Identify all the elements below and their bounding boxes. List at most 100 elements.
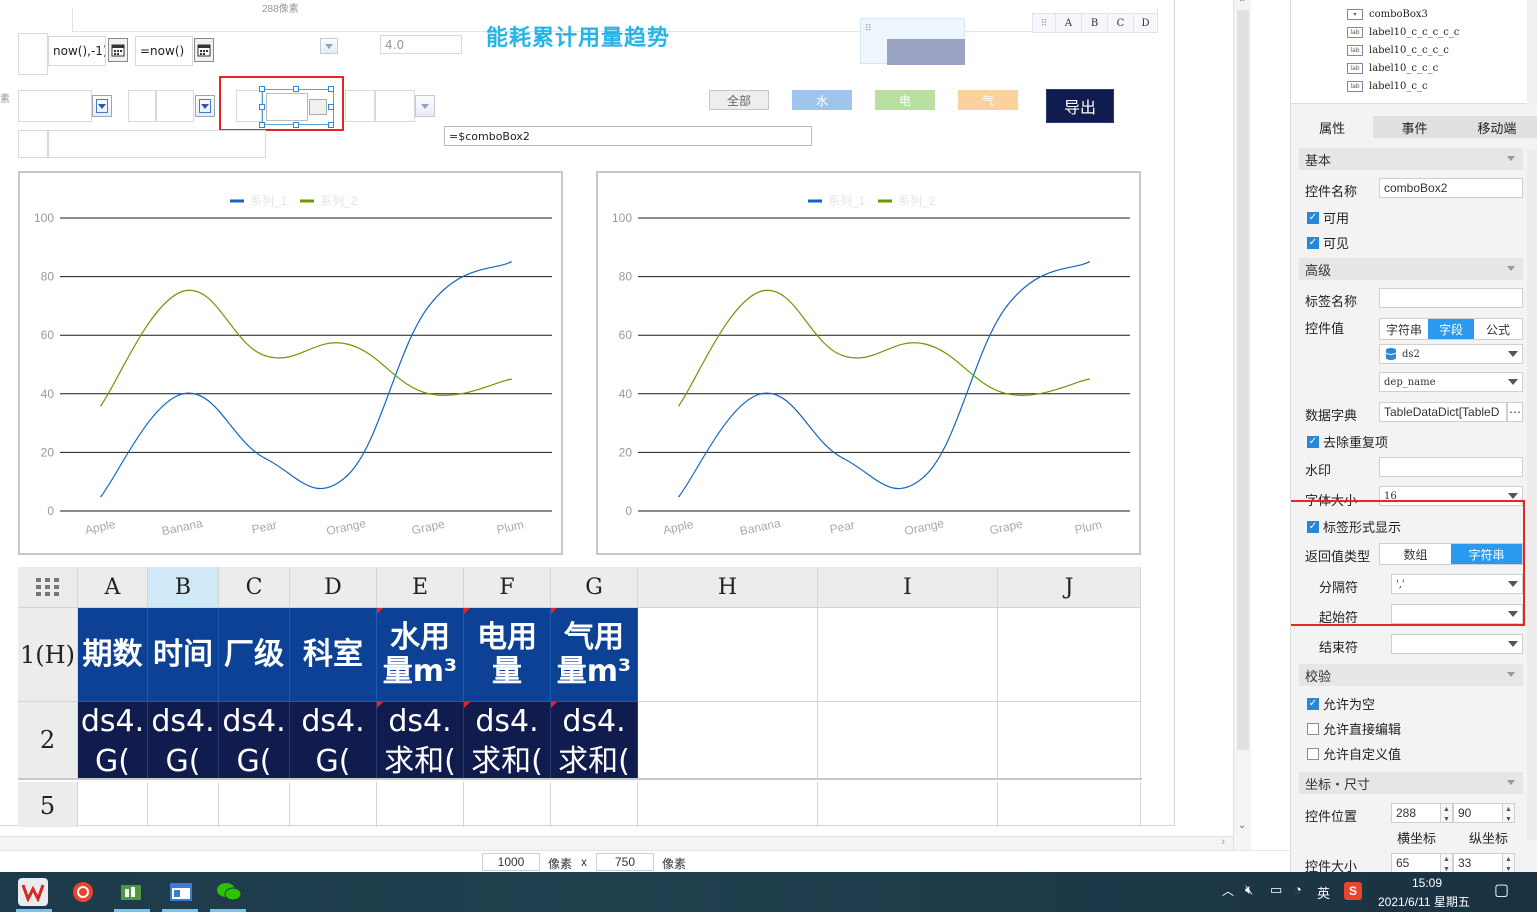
return-string[interactable]: 字符串 [1451, 544, 1522, 564]
clock-date[interactable]: 2021/6/11 星期五 [1378, 893, 1470, 910]
combo-box-2a[interactable] [128, 90, 156, 122]
section-advanced[interactable]: 高级 [1299, 258, 1523, 280]
window-app-icon[interactable] [166, 878, 196, 906]
empty-widget[interactable] [18, 33, 48, 75]
watermark-input[interactable] [1379, 457, 1523, 477]
combo-formula-field[interactable]: =$comboBox2 [444, 126, 812, 146]
export-button[interactable]: 导出 [1046, 89, 1114, 123]
dataset-select[interactable]: ds2 [1379, 344, 1523, 364]
mode-string[interactable]: 字符串 [1380, 319, 1428, 339]
table-cell[interactable] [998, 782, 1141, 827]
selected-combobox-input[interactable] [266, 93, 308, 121]
combo-box-4a[interactable] [345, 90, 375, 122]
clock-time[interactable]: 15:09 [1412, 876, 1442, 890]
resize-handle[interactable] [328, 104, 334, 110]
text-widget[interactable] [48, 130, 266, 158]
resize-handle[interactable] [328, 122, 334, 128]
section-validate[interactable]: 校验 [1299, 664, 1523, 686]
filter-gas-button[interactable]: 气 [958, 90, 1018, 110]
data-cell[interactable]: ds4.求和( [377, 702, 464, 779]
report-grid[interactable]: ABCDEFGHIJ1(H)25期数时间厂级科室水用量m³电用量气用量m³ds4… [18, 567, 1142, 827]
sogou-icon[interactable]: S [1344, 882, 1362, 900]
mini-report-widget[interactable]: ⠿ [860, 18, 965, 64]
column-header[interactable]: E [377, 567, 464, 608]
field-select[interactable]: dep_name [1379, 372, 1523, 392]
browser-icon[interactable] [68, 878, 98, 906]
value-mode-toggle[interactable]: 字符串 字段 公式 [1379, 318, 1523, 340]
filter-all-button[interactable]: 全部 [709, 90, 769, 110]
selected-combobox[interactable] [262, 89, 334, 125]
empty-widget[interactable] [18, 130, 48, 158]
table-cell[interactable] [998, 608, 1141, 702]
tray-chevron-icon[interactable]: ︿ [1222, 882, 1234, 899]
scroll-thumb[interactable] [1237, 10, 1249, 750]
dropdown-icon[interactable] [309, 99, 327, 115]
horizontal-scrollbar[interactable]: › [0, 836, 1233, 850]
ime-indicator[interactable]: 英 [1317, 883, 1330, 902]
table-cell[interactable] [219, 782, 290, 827]
control-name-input[interactable]: comboBox2 [1379, 178, 1523, 198]
data-cell[interactable]: ds4.G( [148, 702, 219, 779]
spinner-icon[interactable]: ▲▼ [1502, 854, 1514, 872]
start-date-field[interactable]: now(),-1) [48, 36, 106, 66]
mode-formula[interactable]: 公式 [1474, 319, 1522, 339]
column-header[interactable]: D [290, 567, 377, 608]
allow-custom-checkbox[interactable]: 允许自定义值 [1307, 744, 1401, 763]
end-date-field[interactable]: =now() [135, 36, 193, 66]
separator-select[interactable]: ',' [1391, 574, 1523, 594]
column-header[interactable]: G [551, 567, 638, 608]
tree-item[interactable]: lablabel10_c_c_c [1347, 63, 1438, 74]
resize-handle[interactable] [259, 104, 265, 110]
canvas-width-input[interactable]: 1000 [482, 853, 540, 871]
data-cell[interactable]: ds4.求和( [551, 702, 638, 779]
wechat-icon[interactable] [214, 878, 244, 906]
scroll-up-icon[interactable]: ⌃ [1238, 0, 1246, 9]
design-canvas[interactable]: 288像素 素 now(),-1) =now() 4.0 能耗累计用量趋势 ⠿ … [0, 0, 1237, 852]
table-cell[interactable] [998, 702, 1141, 779]
tree-item[interactable]: ▾comboBox3 [1347, 9, 1428, 20]
table-cell[interactable] [377, 782, 464, 827]
section-coords[interactable]: 坐标・尺寸 [1299, 772, 1523, 794]
size-w-input[interactable]: 65▲▼ [1391, 853, 1453, 872]
header-cell[interactable]: 厂级 [219, 608, 290, 702]
wps-icon[interactable] [18, 878, 48, 906]
line-chart-right[interactable]: 020406080100AppleBananaPearOrangeGrapePl… [596, 171, 1141, 555]
spinner-icon[interactable]: ▲▼ [1502, 804, 1514, 823]
wifi-icon[interactable]: ◔ [1294, 882, 1302, 897]
scroll-right-icon[interactable]: › [1221, 836, 1225, 848]
tag-display-checkbox[interactable]: ✓标签形式显示 [1307, 517, 1401, 536]
column-header[interactable]: F [464, 567, 551, 608]
calendar-icon[interactable] [194, 38, 214, 62]
header-cell[interactable]: 科室 [290, 608, 377, 702]
spinner-icon[interactable]: ▲▼ [1440, 854, 1452, 872]
column-header[interactable]: C [219, 567, 290, 608]
dropdown-icon[interactable] [92, 95, 112, 117]
row-header[interactable]: 5 [18, 782, 78, 827]
combo-box-2b[interactable] [156, 90, 194, 122]
column-header[interactable]: I [818, 567, 998, 608]
table-cell[interactable] [551, 782, 638, 827]
column-header[interactable]: H [638, 567, 818, 608]
header-cell[interactable]: 水用量m³ [377, 608, 464, 702]
enabled-checkbox[interactable]: ✓可用 [1307, 208, 1349, 227]
finereport-icon[interactable] [116, 878, 146, 906]
resize-handle[interactable] [293, 86, 299, 92]
volume-mute-icon[interactable]: 🔇︎ [1245, 882, 1253, 898]
combo-box-1[interactable] [18, 90, 92, 122]
scroll-down-icon[interactable]: ⌄ [1238, 820, 1246, 831]
widget-tree[interactable]: ▾comboBox3 lablabel10_c_c_c_c_c lablabel… [1291, 0, 1537, 104]
table-cell[interactable] [818, 702, 998, 779]
data-cell[interactable]: ds4.G( [219, 702, 290, 779]
allow-empty-checkbox[interactable]: ✓允许为空 [1307, 694, 1375, 713]
resize-handle[interactable] [328, 86, 334, 92]
return-type-toggle[interactable]: 数组 字符串 [1379, 543, 1523, 565]
table-cell[interactable] [638, 702, 818, 779]
table-cell[interactable] [818, 782, 998, 827]
dropdown-icon[interactable] [320, 38, 338, 54]
position-y-input[interactable]: 90▲▼ [1453, 803, 1515, 823]
table-cell[interactable] [638, 782, 818, 827]
start-char-select[interactable] [1391, 604, 1523, 624]
spinner-icon[interactable]: ▲▼ [1440, 804, 1452, 823]
tree-scrollbar[interactable] [1527, 0, 1537, 104]
more-icon[interactable]: ⋯ [1507, 402, 1523, 422]
